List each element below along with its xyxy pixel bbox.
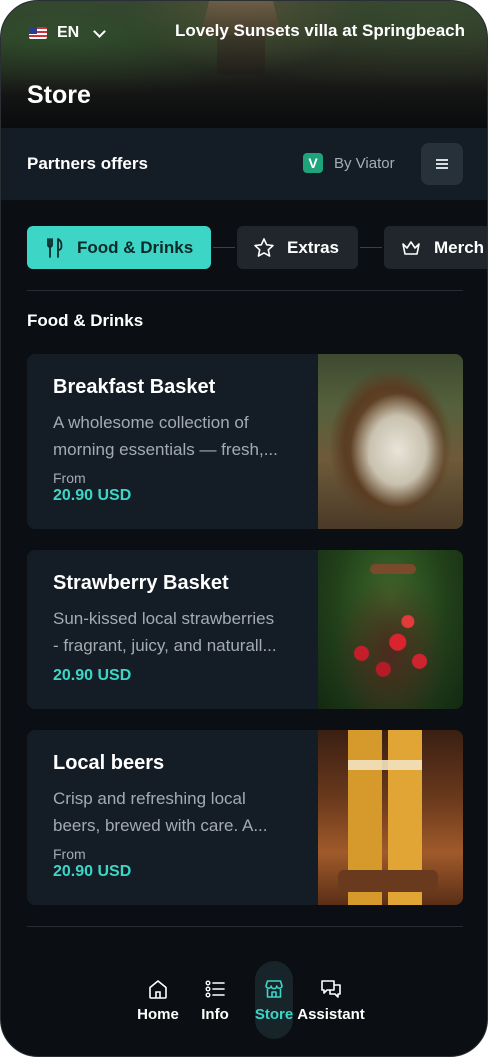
product-description-line: beers, brewed with care. A... (53, 816, 268, 835)
section-title: Food & Drinks (27, 311, 144, 330)
tab-label: Merch (434, 237, 485, 257)
product-card-breakfast-basket[interactable]: Breakfast Basket A wholesome collection … (27, 354, 463, 529)
provider-label: By Viator (334, 155, 395, 172)
language-label: EN (57, 24, 80, 41)
language-selector[interactable]: EN (29, 19, 107, 47)
breakfast-basket-image (318, 354, 463, 529)
chat-icon (321, 979, 341, 998)
local-beers-image (318, 730, 463, 905)
store-icon (265, 979, 283, 998)
nav-info[interactable]: Info (183, 961, 247, 1039)
product-description: Sun-kissed local strawberries - fragrant… (53, 605, 303, 659)
nav-home[interactable]: Home (126, 961, 190, 1039)
product-description-line: Crisp and refreshing local (53, 789, 246, 808)
tab-extras[interactable]: Extras (237, 226, 358, 269)
product-info: Local beers Crisp and refreshing local b… (53, 752, 303, 839)
utensils-icon (47, 237, 63, 258)
chevron-down-icon (93, 24, 107, 38)
product-price: 20.90 USD (53, 487, 132, 504)
product-info: Strawberry Basket Sun-kissed local straw… (53, 572, 303, 659)
tab-label: Extras (287, 237, 339, 257)
us-flag-icon (29, 27, 47, 39)
divider (27, 926, 463, 927)
nav-label: Store (254, 1005, 294, 1023)
app-screen: EN Lovely Sunsets villa at Springbeach S… (0, 0, 488, 1057)
category-tabs: Food & Drinks Extras Merch (1, 226, 487, 270)
product-title: Local beers (53, 752, 165, 774)
product-description-line: A wholesome collection of (53, 413, 249, 432)
nav-label: Home (137, 1005, 179, 1023)
partners-label: Partners offers (27, 154, 148, 173)
product-info: Breakfast Basket A wholesome collection … (53, 376, 303, 463)
page-title: Store (27, 81, 91, 109)
tab-separator (360, 247, 382, 248)
tab-separator (213, 247, 235, 248)
hamburger-icon (436, 159, 448, 169)
product-title: Strawberry Basket (53, 572, 229, 594)
product-description: A wholesome collection of morning essent… (53, 409, 303, 463)
menu-button[interactable] (421, 143, 463, 185)
product-description-line: Sun-kissed local strawberries (53, 609, 275, 628)
product-price: 20.90 USD (53, 863, 132, 880)
star-icon (254, 237, 274, 257)
price-from-label: From (53, 470, 86, 486)
tab-label: Food & Drinks (77, 237, 194, 257)
nav-store[interactable]: Store (255, 961, 293, 1039)
product-card-strawberry-basket[interactable]: Strawberry Basket Sun-kissed local straw… (27, 550, 463, 709)
villa-title: Lovely Sunsets villa at Springbeach (174, 21, 465, 40)
nav-label: Assistant (297, 1005, 365, 1023)
nav-label: Info (201, 1005, 229, 1023)
viator-logo-icon: V (303, 153, 323, 173)
product-description-line: - fragrant, juicy, and naturall... (53, 636, 277, 655)
nav-assistant[interactable]: Assistant (297, 961, 365, 1039)
bottom-nav: Home Info Store Assistant (1, 961, 487, 1041)
product-description: Crisp and refreshing local beers, brewed… (53, 785, 303, 839)
product-card-local-beers[interactable]: Local beers Crisp and refreshing local b… (27, 730, 463, 905)
product-price: 20.90 USD (53, 667, 132, 684)
product-title: Breakfast Basket (53, 376, 216, 398)
crown-icon (402, 240, 420, 255)
tab-merch[interactable]: Merch (384, 226, 487, 269)
tab-food-drinks[interactable]: Food & Drinks (27, 226, 211, 269)
product-description-line: morning essentials — fresh,... (53, 440, 278, 459)
list-icon (205, 980, 225, 997)
home-icon (149, 979, 167, 999)
partners-bar: Partners offers V By Viator (1, 128, 487, 200)
strawberry-basket-image (318, 550, 463, 709)
price-from-label: From (53, 846, 86, 862)
divider (27, 290, 463, 291)
